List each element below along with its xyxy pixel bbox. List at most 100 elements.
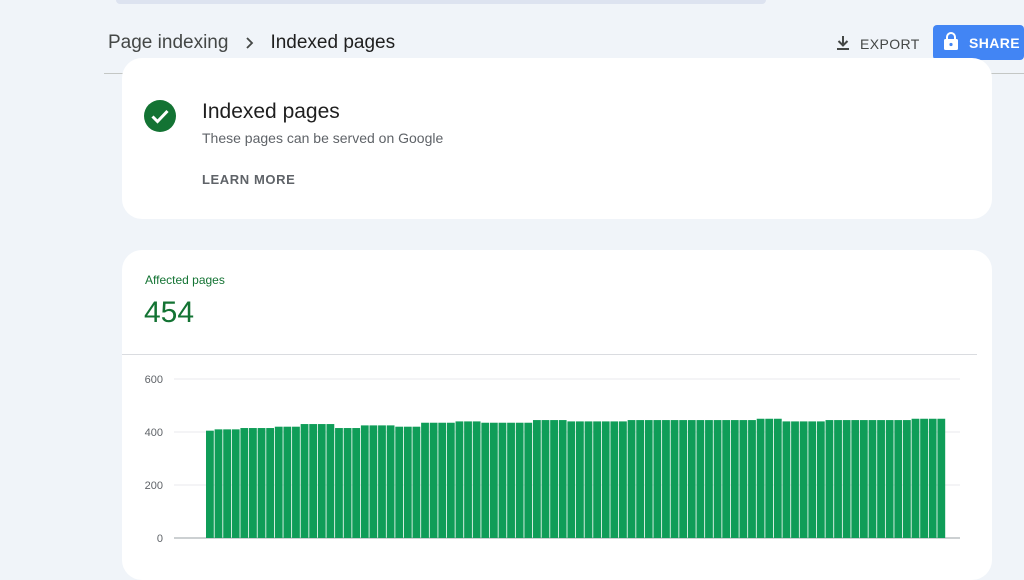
bar[interactable] (309, 424, 318, 538)
bar[interactable] (206, 430, 214, 538)
bar[interactable] (550, 420, 558, 538)
bar[interactable] (619, 421, 627, 538)
bar[interactable] (360, 425, 369, 539)
bar[interactable] (274, 426, 283, 538)
lock-icon (943, 31, 959, 54)
bar[interactable] (489, 422, 498, 538)
bar[interactable] (773, 418, 782, 538)
learn-more-link[interactable]: LEARN MORE (202, 172, 295, 187)
bar[interactable] (644, 420, 653, 538)
bar[interactable] (395, 426, 404, 538)
bar[interactable] (472, 421, 481, 538)
bar[interactable] (859, 420, 868, 538)
bar[interactable] (851, 420, 860, 538)
bar[interactable] (937, 418, 946, 538)
bar[interactable] (679, 420, 688, 538)
bar[interactable] (610, 421, 619, 538)
bar[interactable] (214, 429, 223, 538)
bar[interactable] (868, 420, 877, 538)
bar[interactable] (455, 421, 464, 538)
share-button[interactable]: SHARE (933, 25, 1024, 60)
bar[interactable] (825, 420, 834, 538)
bar[interactable] (257, 428, 266, 538)
bar[interactable] (412, 426, 421, 538)
bar[interactable] (283, 426, 292, 538)
bar[interactable] (670, 420, 679, 538)
bar[interactable] (928, 418, 937, 538)
bar[interactable] (524, 422, 533, 538)
bar[interactable] (515, 422, 524, 538)
bar[interactable] (601, 421, 610, 538)
bar[interactable] (816, 421, 825, 538)
bar[interactable] (266, 428, 275, 538)
bar[interactable] (730, 420, 739, 538)
bar[interactable] (429, 422, 438, 538)
bar[interactable] (653, 420, 662, 538)
bar[interactable] (705, 420, 713, 538)
bar[interactable] (317, 424, 326, 538)
bar[interactable] (713, 420, 722, 538)
affected-pages-count: 454 (144, 296, 195, 329)
bar[interactable] (722, 420, 731, 538)
bar[interactable] (231, 429, 240, 538)
bar[interactable] (894, 420, 903, 538)
bar[interactable] (223, 429, 232, 538)
bar[interactable] (687, 420, 696, 538)
bar[interactable] (756, 418, 765, 538)
bar[interactable] (421, 422, 429, 538)
bar[interactable] (541, 420, 550, 538)
bar[interactable] (765, 418, 774, 538)
bar[interactable] (877, 420, 885, 538)
bar[interactable] (507, 422, 515, 538)
bar[interactable] (300, 424, 309, 538)
bar[interactable] (369, 425, 378, 539)
bar[interactable] (748, 420, 756, 538)
breadcrumb-page-indexing[interactable]: Page indexing (108, 32, 228, 54)
bar[interactable] (403, 426, 412, 538)
bar[interactable] (386, 425, 395, 539)
bar[interactable] (636, 420, 645, 538)
bar[interactable] (292, 426, 300, 538)
bar[interactable] (593, 421, 602, 538)
bar[interactable] (834, 420, 842, 538)
bar[interactable] (808, 421, 817, 538)
bar[interactable] (696, 420, 705, 538)
bar[interactable] (352, 428, 361, 538)
bar[interactable] (920, 418, 928, 538)
breadcrumb: Page indexing Indexed pages (108, 32, 395, 54)
bar[interactable] (627, 420, 636, 538)
chart-card: Affected pages 454 0 200 400 600 (122, 250, 992, 580)
bar[interactable] (249, 428, 257, 538)
bar[interactable] (446, 422, 455, 538)
download-icon (834, 34, 852, 55)
bar[interactable] (335, 428, 343, 538)
y-tick-label: 0 (157, 533, 163, 545)
bar[interactable] (464, 421, 472, 538)
bar[interactable] (438, 422, 447, 538)
bar[interactable] (902, 420, 911, 538)
bar[interactable] (799, 421, 808, 538)
bar[interactable] (842, 420, 851, 538)
bar[interactable] (791, 421, 799, 538)
bar[interactable] (662, 420, 670, 538)
export-button[interactable]: EXPORT (834, 30, 920, 58)
bar[interactable] (739, 420, 748, 538)
bar[interactable] (532, 420, 541, 538)
bar[interactable] (481, 422, 490, 538)
bar[interactable] (584, 421, 593, 538)
chevron-right-icon (242, 36, 256, 50)
bar[interactable] (558, 420, 567, 538)
bar[interactable] (498, 422, 507, 538)
bar[interactable] (567, 421, 576, 538)
bar[interactable] (576, 421, 584, 538)
y-tick-label: 600 (145, 374, 163, 386)
bar[interactable] (240, 428, 249, 538)
bar[interactable] (782, 421, 791, 538)
share-label: SHARE (969, 34, 1021, 51)
bar[interactable] (343, 428, 352, 538)
bar[interactable] (911, 418, 920, 538)
bar[interactable] (326, 424, 335, 538)
bar[interactable] (885, 420, 894, 538)
export-label: EXPORT (860, 36, 920, 52)
bar[interactable] (378, 425, 386, 539)
